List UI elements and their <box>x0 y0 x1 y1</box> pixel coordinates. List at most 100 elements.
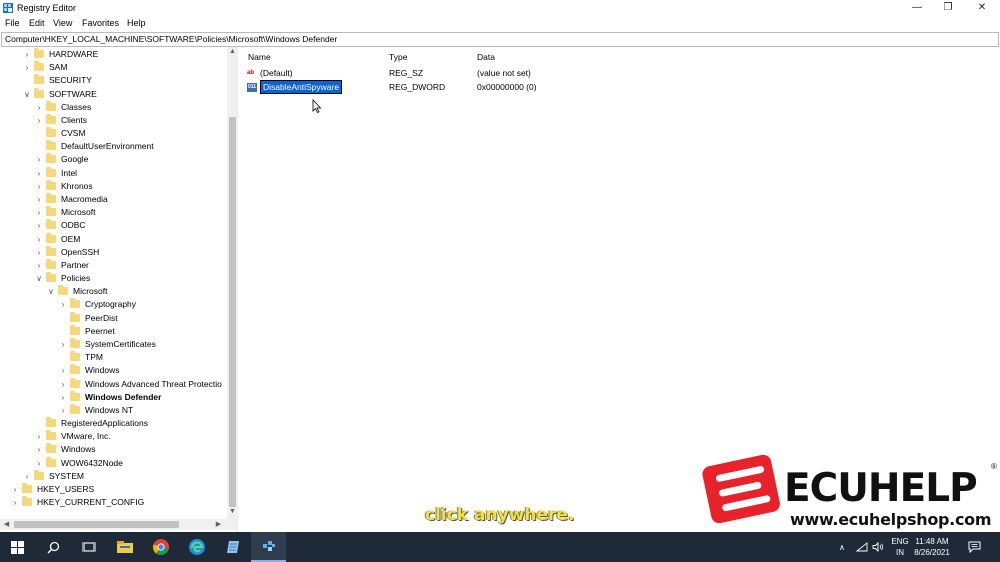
tree-horizontal-scrollbar[interactable]: ◀ ▶ <box>0 519 238 530</box>
menu-file[interactable]: File <box>5 18 20 28</box>
expand-chevron-icon[interactable]: › <box>22 61 32 74</box>
expand-chevron-icon[interactable]: › <box>34 180 44 193</box>
address-bar[interactable]: Computer\HKEY_LOCAL_MACHINE\SOFTWARE\Pol… <box>1 32 999 47</box>
tree-node[interactable]: › Windows Defender <box>0 390 226 404</box>
restore-button[interactable]: ❐ <box>932 0 964 16</box>
tree-node[interactable]: › VMware, Inc. <box>0 430 226 443</box>
expand-chevron-icon[interactable]: › <box>22 48 32 61</box>
tree-node[interactable]: › Google <box>0 153 226 166</box>
tree-node[interactable]: › SystemCertificates <box>0 337 226 351</box>
tree-node[interactable]: › ODBC <box>0 219 226 232</box>
expand-chevron-icon[interactable]: › <box>34 167 44 180</box>
tree-node[interactable]: › Windows Advanced Threat Protectio <box>0 377 226 391</box>
tree-node[interactable]: CVSM <box>0 127 226 140</box>
registry-editor-taskbar-button[interactable] <box>251 532 286 562</box>
expand-chevron-icon[interactable]: › <box>34 153 44 166</box>
tree-node[interactable]: › Clients <box>0 113 226 127</box>
column-header-name[interactable]: Name <box>248 52 271 62</box>
app-button[interactable] <box>215 532 250 562</box>
tree-node[interactable]: ∨ Policies <box>0 272 226 285</box>
menu-edit[interactable]: Edit <box>29 18 45 28</box>
minimize-button[interactable]: — <box>901 0 933 16</box>
expand-chevron-icon[interactable]: › <box>58 391 68 404</box>
expand-chevron-icon[interactable]: › <box>34 443 44 456</box>
tree-node[interactable]: › WOW6432Node <box>0 456 226 470</box>
expand-chevron-icon[interactable]: › <box>58 378 68 391</box>
expand-chevron-icon[interactable]: ∨ <box>34 272 44 285</box>
expand-chevron-icon[interactable]: › <box>58 404 68 417</box>
edge-button[interactable] <box>179 532 214 562</box>
menu-view[interactable]: View <box>53 18 72 28</box>
tree-node[interactable]: › HKEY_CURRENT_CONFIG <box>0 496 226 509</box>
column-header-data[interactable]: Data <box>477 52 495 62</box>
menu-help[interactable]: Help <box>127 18 146 28</box>
scroll-left-icon[interactable]: ◀ <box>1 519 12 530</box>
value-row-default[interactable]: ab (Default) REG_SZ (value not set) <box>242 67 642 80</box>
tree-node[interactable]: › Cryptography <box>0 298 226 311</box>
tree-node[interactable]: › SAM <box>0 61 226 74</box>
tree-node[interactable]: › HARDWARE <box>0 48 226 61</box>
expand-chevron-icon[interactable]: › <box>34 430 44 443</box>
expand-chevron-icon[interactable]: › <box>34 233 44 246</box>
tree-node[interactable]: SECURITY <box>0 74 226 87</box>
scroll-thumb-horizontal[interactable] <box>14 521 179 528</box>
expand-chevron-icon[interactable]: ∨ <box>46 285 56 298</box>
show-hidden-icons-button[interactable]: ∧ <box>839 532 845 562</box>
value-name-edit-field[interactable]: DisableAntiSpyware <box>260 80 343 94</box>
expand-chevron-icon[interactable]: › <box>34 457 44 470</box>
tree-node[interactable]: › Windows <box>0 443 226 456</box>
tree-node[interactable]: › Classes <box>0 100 226 114</box>
tree-node[interactable]: › OEM <box>0 232 226 246</box>
scroll-right-icon[interactable]: ▶ <box>213 519 224 530</box>
menu-favorites[interactable]: Favorites <box>82 18 119 28</box>
expand-chevron-icon[interactable]: › <box>34 259 44 272</box>
tree-node[interactable]: › Macromedia <box>0 192 226 206</box>
tree-node-label: Microsoft <box>61 207 96 218</box>
value-row-disableantispyware[interactable]: 011 DisableAntiSpyware REG_DWORD 0x00000… <box>242 80 642 94</box>
scroll-up-icon[interactable]: ▲ <box>227 48 238 55</box>
expand-chevron-icon[interactable]: › <box>10 483 20 496</box>
search-button[interactable] <box>36 532 71 562</box>
file-explorer-button[interactable] <box>107 532 142 562</box>
tree-node[interactable]: PeerDist <box>0 311 226 325</box>
expand-chevron-icon[interactable]: › <box>34 246 44 259</box>
tree-node[interactable]: › Partner <box>0 258 226 272</box>
expand-chevron-icon[interactable]: › <box>34 101 44 114</box>
network-button[interactable] <box>856 532 868 562</box>
expand-chevron-icon[interactable]: › <box>58 338 68 351</box>
column-header-type[interactable]: Type <box>389 52 407 62</box>
tree-node[interactable]: › Windows <box>0 364 226 377</box>
expand-chevron-icon[interactable]: › <box>34 219 44 232</box>
tree-node[interactable]: › HKEY_USERS <box>0 482 226 496</box>
tree-node[interactable]: Peernet <box>0 324 226 338</box>
tree-node[interactable]: › Microsoft <box>0 206 226 219</box>
scroll-down-icon[interactable]: ▼ <box>227 508 238 515</box>
expand-chevron-icon[interactable]: › <box>34 206 44 219</box>
tree-node[interactable]: TPM <box>0 351 226 364</box>
expand-chevron-icon[interactable]: › <box>58 364 68 377</box>
tree-node[interactable]: › Intel <box>0 166 226 180</box>
task-view-button[interactable] <box>71 532 106 562</box>
action-center-button[interactable] <box>968 532 981 562</box>
tree-node[interactable]: › Khronos <box>0 179 226 193</box>
tree-node[interactable]: ∨ SOFTWARE <box>0 87 226 101</box>
expand-chevron-icon[interactable]: ∨ <box>22 88 32 101</box>
expand-chevron-icon[interactable]: › <box>22 470 32 483</box>
close-button[interactable]: ✕ <box>966 0 998 16</box>
tree-node[interactable]: RegisteredApplications <box>0 417 226 430</box>
expand-chevron-icon[interactable]: › <box>58 298 68 311</box>
tree-node[interactable]: › OpenSSH <box>0 245 226 259</box>
expand-chevron-icon[interactable]: › <box>34 193 44 206</box>
tree-node[interactable]: › SYSTEM <box>0 469 226 483</box>
tree-node[interactable]: › Windows NT <box>0 403 226 417</box>
expand-chevron-icon[interactable]: › <box>34 114 44 127</box>
expand-chevron-icon[interactable]: › <box>10 496 20 509</box>
scroll-thumb[interactable] <box>229 117 236 507</box>
chrome-button[interactable] <box>143 532 178 562</box>
volume-button[interactable] <box>872 532 884 562</box>
start-button[interactable] <box>0 532 35 562</box>
tree-node[interactable]: ∨ Microsoft <box>0 285 226 298</box>
tree-node[interactable]: DefaultUserEnvironment <box>0 140 226 153</box>
clock[interactable]: 11:48 AM 8/26/2021 <box>902 536 962 558</box>
tree-vertical-scrollbar[interactable]: ▲ ▼ <box>227 47 238 519</box>
